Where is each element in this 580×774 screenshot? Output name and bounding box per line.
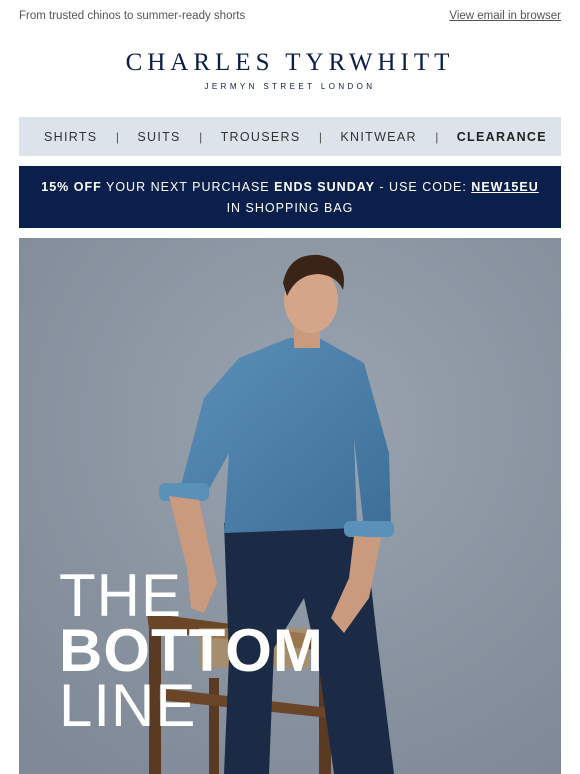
nav-item-suits[interactable]: SUITS [137, 130, 180, 144]
nav-item-shirts[interactable]: SHIRTS [44, 130, 97, 144]
nav-separator: | [435, 129, 439, 144]
hero-headline: THE BOTTOM LINE [59, 562, 324, 739]
headline-line-2: BOTTOM [59, 617, 324, 684]
nav-separator: | [115, 129, 119, 144]
headline-line-1: THE [59, 562, 182, 629]
promo-text: YOUR NEXT PURCHASE [101, 180, 275, 194]
brand-logo[interactable]: CHARLES TYRWHITT JERMYN STREET LONDON [0, 49, 580, 92]
main-nav: SHIRTS | SUITS | TROUSERS | KNITWEAR | C… [19, 117, 561, 156]
promo-code[interactable]: NEW15EU [471, 180, 538, 194]
promo-text: IN SHOPPING BAG [226, 201, 354, 215]
preheader-text: From trusted chinos to summer-ready shor… [19, 10, 246, 22]
nav-separator: | [199, 129, 203, 144]
promo-banner[interactable]: 15% OFF YOUR NEXT PURCHASE ENDS SUNDAY -… [19, 166, 561, 228]
promo-text: - USE CODE: [374, 180, 472, 194]
nav-separator: | [318, 129, 322, 144]
promo-ends: ENDS SUNDAY [274, 180, 375, 194]
nav-item-clearance[interactable]: CLEARANCE [457, 130, 547, 144]
headline-line-3: LINE [59, 672, 197, 739]
promo-offer: 15% OFF [41, 180, 102, 194]
nav-item-trousers[interactable]: TROUSERS [221, 130, 301, 144]
brand-tagline: JERMYN STREET LONDON [204, 82, 376, 91]
view-in-browser-link[interactable]: View email in browser [449, 10, 561, 22]
nav-item-knitwear[interactable]: KNITWEAR [340, 130, 416, 144]
hero-image[interactable]: THE BOTTOM LINE [19, 238, 561, 774]
preheader: From trusted chinos to summer-ready shor… [0, 0, 580, 34]
brand-name: CHARLES TYRWHITT [125, 49, 455, 76]
